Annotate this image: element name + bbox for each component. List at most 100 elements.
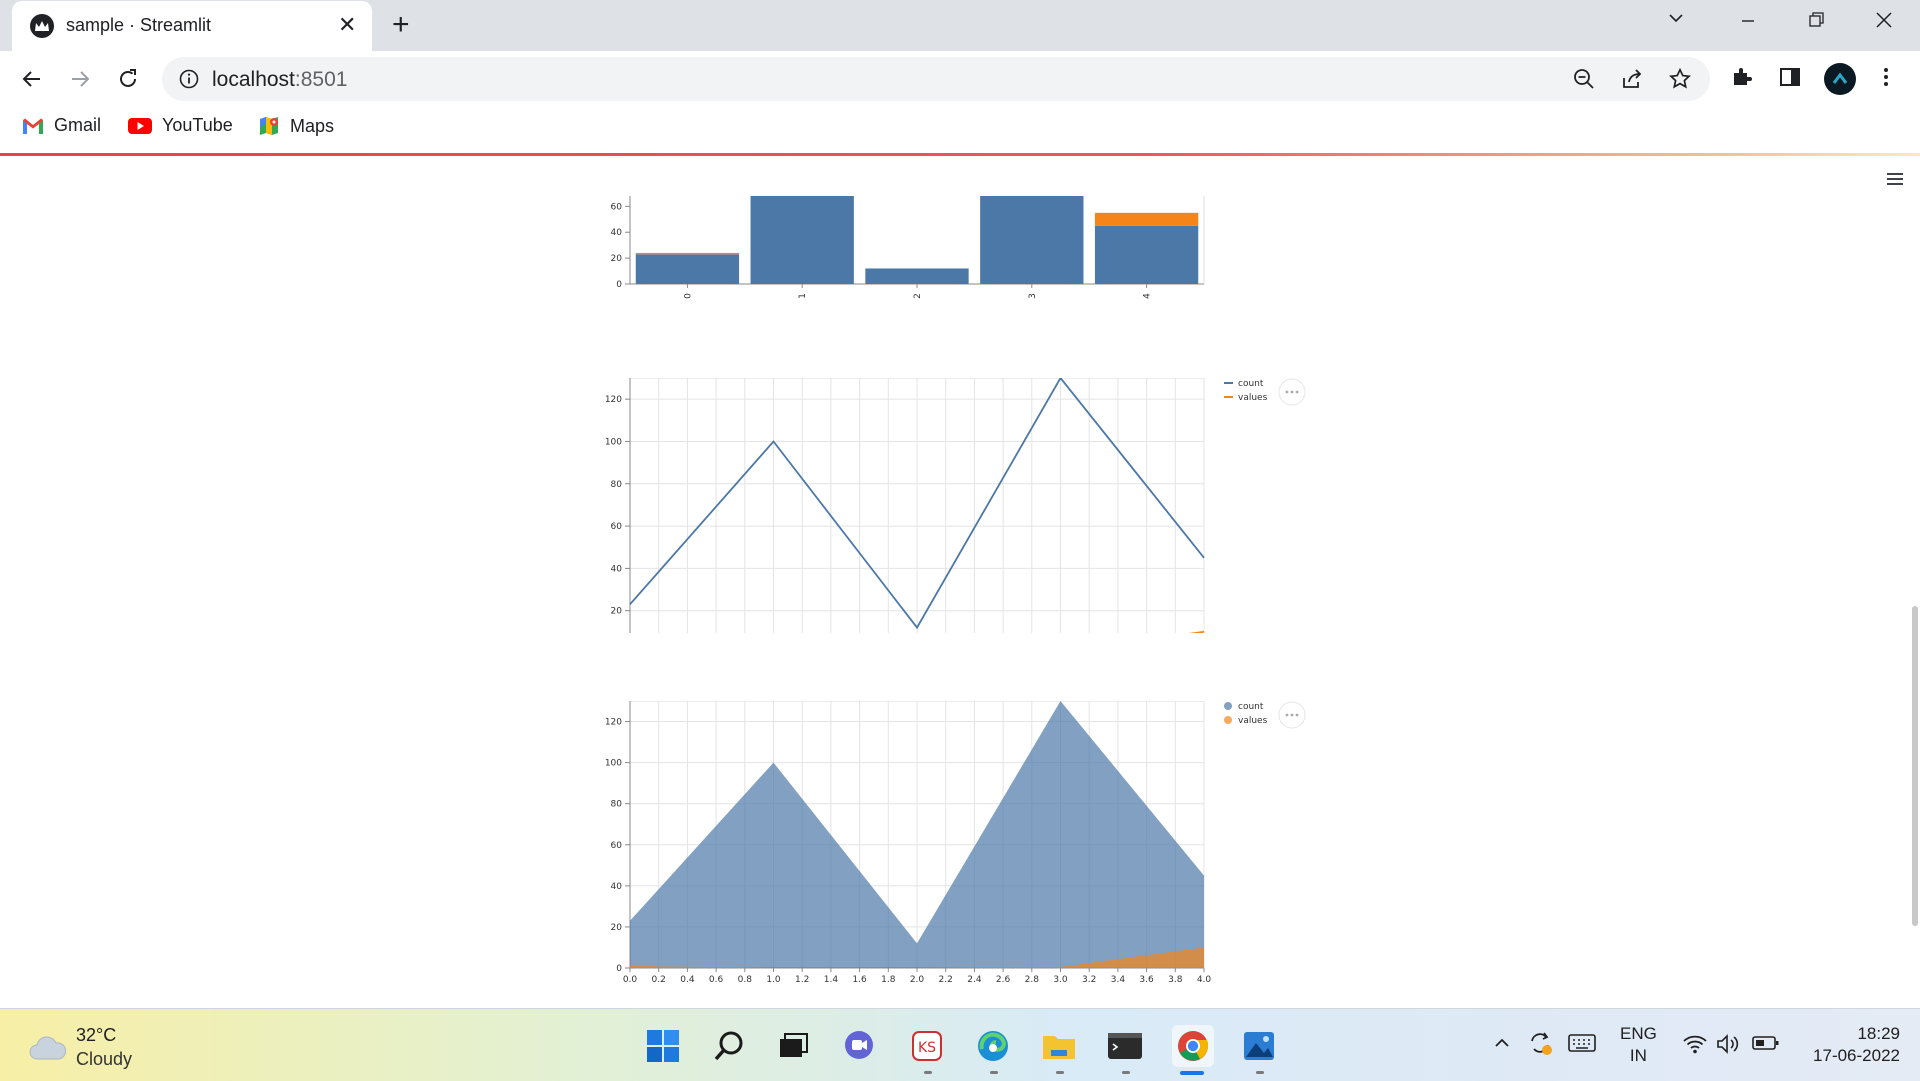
bar-chart[interactable]: 0 20 40 60 0 1 2 3 4 (580, 196, 1220, 306)
x-tick-label: 2.2 (939, 975, 953, 985)
bar-count-1 (750, 196, 854, 284)
x-tick-label: 0 (683, 293, 693, 299)
x-tick-label: 4.0 (1197, 975, 1212, 985)
menu-dot (1290, 713, 1294, 717)
bookmark-gmail[interactable]: Gmail (22, 115, 101, 136)
bar-count-2 (865, 268, 969, 284)
bookmark-maps[interactable]: Maps (258, 115, 334, 137)
minimize-icon[interactable] (1738, 10, 1758, 36)
new-tab-button[interactable]: + (392, 10, 410, 40)
edge-browser-icon[interactable] (974, 1027, 1012, 1065)
windows-taskbar: 32°C Cloudy KS ENG IN 18:29 17-06-2022 (0, 1008, 1920, 1081)
chart-actions-menu-icon[interactable] (1278, 378, 1306, 406)
x-tick-label: 2.6 (996, 975, 1011, 985)
x-tick-label: 3.6 (1139, 975, 1154, 985)
menu-dot (1285, 713, 1289, 717)
main-menu-icon[interactable] (1886, 171, 1904, 192)
x-tick-label: 1.0 (766, 975, 781, 985)
y-tick-label: 0 (616, 964, 622, 974)
close-window-icon[interactable] (1874, 10, 1894, 36)
photos-icon[interactable] (1240, 1027, 1278, 1065)
menu-dot (1295, 713, 1299, 717)
x-tick-label: 1 (798, 293, 808, 299)
battery-icon[interactable] (1752, 1033, 1780, 1058)
tab-strip: sample · Streamlit ✕ + (0, 0, 1920, 51)
chart-actions-menu-icon[interactable] (1278, 701, 1306, 729)
teams-chat-icon[interactable] (840, 1027, 878, 1065)
x-tick-label: 2.0 (910, 975, 925, 985)
youtube-icon (128, 117, 152, 134)
line-chart[interactable]: 0204060801001200.00.20.40.60.81.01.21.41… (580, 378, 1340, 633)
y-tick-label: 40 (611, 228, 623, 238)
page-scrollbar[interactable] (1912, 606, 1918, 926)
running-indicator (1256, 1071, 1264, 1074)
area-chart[interactable]: 0 20 40 60 80 100 120 0.0 0.2 0.4 0.6 0.8 1.0 1.2 1.4 1… (580, 701, 1340, 1001)
y-tick-label: 80 (611, 800, 623, 810)
show-hidden-icons-chevron-icon[interactable] (1492, 1033, 1512, 1058)
x-tick-label: 0.8 (738, 975, 753, 985)
zoom-out-icon[interactable] (1572, 67, 1596, 96)
url-port: :8501 (294, 68, 348, 91)
maps-icon (260, 117, 278, 135)
browser-tab[interactable]: sample · Streamlit ✕ (12, 1, 372, 51)
task-view-icon[interactable] (774, 1027, 812, 1065)
sync-update-icon[interactable] (1526, 1029, 1554, 1062)
search-icon[interactable] (710, 1027, 748, 1065)
x-tick-label: 3.8 (1168, 975, 1183, 985)
x-tick-label: 1.6 (852, 975, 867, 985)
x-tick-label: 2.8 (1025, 975, 1040, 985)
volume-icon[interactable] (1716, 1033, 1742, 1060)
reload-icon[interactable] (112, 63, 144, 95)
chrome-menu-icon[interactable] (1874, 65, 1898, 94)
tab-search-chevron-icon[interactable] (1666, 8, 1686, 34)
y-tick-label: 20 (611, 923, 623, 933)
gmail-icon (23, 118, 43, 134)
chrome-taskbar-icon[interactable] (1172, 1025, 1214, 1067)
profile-avatar[interactable] (1824, 63, 1856, 95)
weather-condition: Cloudy (76, 1049, 133, 1069)
input-language-indicator[interactable]: ENG IN (1620, 1023, 1657, 1067)
x-tick-label: 0.4 (680, 975, 695, 985)
tab-close-icon[interactable]: ✕ (338, 13, 356, 37)
start-windows-icon[interactable] (644, 1027, 682, 1065)
menu-dot (1295, 390, 1299, 394)
legend-label-values: values (1238, 716, 1268, 726)
active-app-indicator (1180, 1071, 1204, 1075)
wps-office-icon[interactable]: KS (908, 1027, 946, 1065)
back-arrow-icon[interactable] (16, 63, 48, 95)
legend-label-count: count (1238, 379, 1264, 389)
y-tick-label: 20 (611, 254, 623, 264)
bookmark-label: Maps (290, 115, 335, 136)
site-info-icon[interactable] (178, 68, 200, 95)
y-tick-label: 60 (611, 202, 623, 212)
weather-temperature: 32°C (76, 1025, 117, 1045)
forward-arrow-icon[interactable] (64, 63, 96, 95)
terminal-icon[interactable] (1106, 1027, 1144, 1065)
share-icon[interactable] (1620, 67, 1644, 96)
bookmark-label: Gmail (54, 115, 102, 135)
clock-date: 17-06-2022 (1813, 1046, 1900, 1065)
x-tick-label: 4 (1143, 293, 1153, 299)
language-code: ENG (1620, 1024, 1657, 1043)
y-tick-label: 100 (605, 759, 622, 769)
clock-time: 18:29 (1857, 1024, 1900, 1043)
bookmark-youtube[interactable]: YouTube (128, 115, 233, 136)
extensions-puzzle-icon[interactable] (1730, 65, 1754, 94)
x-tick-label: 3.2 (1082, 975, 1096, 985)
bookmark-star-icon[interactable] (1668, 67, 1692, 96)
system-clock[interactable]: 18:29 17-06-2022 (1800, 1023, 1900, 1067)
touch-keyboard-icon[interactable] (1568, 1033, 1596, 1058)
wifi-icon[interactable] (1682, 1033, 1708, 1060)
address-bar[interactable]: localhost:8501 (162, 57, 1710, 101)
x-tick-label: 1.4 (824, 975, 839, 985)
bookmark-label: YouTube (162, 115, 233, 135)
bar-values-0 (635, 252, 740, 255)
restore-icon[interactable] (1806, 10, 1826, 36)
y-tick-label: 60 (611, 841, 623, 851)
bookmarks-bar: Gmail YouTube Maps (0, 107, 1920, 147)
bar-count-4 (1094, 225, 1199, 284)
file-explorer-icon[interactable] (1040, 1027, 1078, 1065)
side-panel-icon[interactable] (1778, 65, 1802, 94)
x-tick-label: 2 (913, 293, 923, 299)
x-tick-label: 2.4 (967, 975, 982, 985)
